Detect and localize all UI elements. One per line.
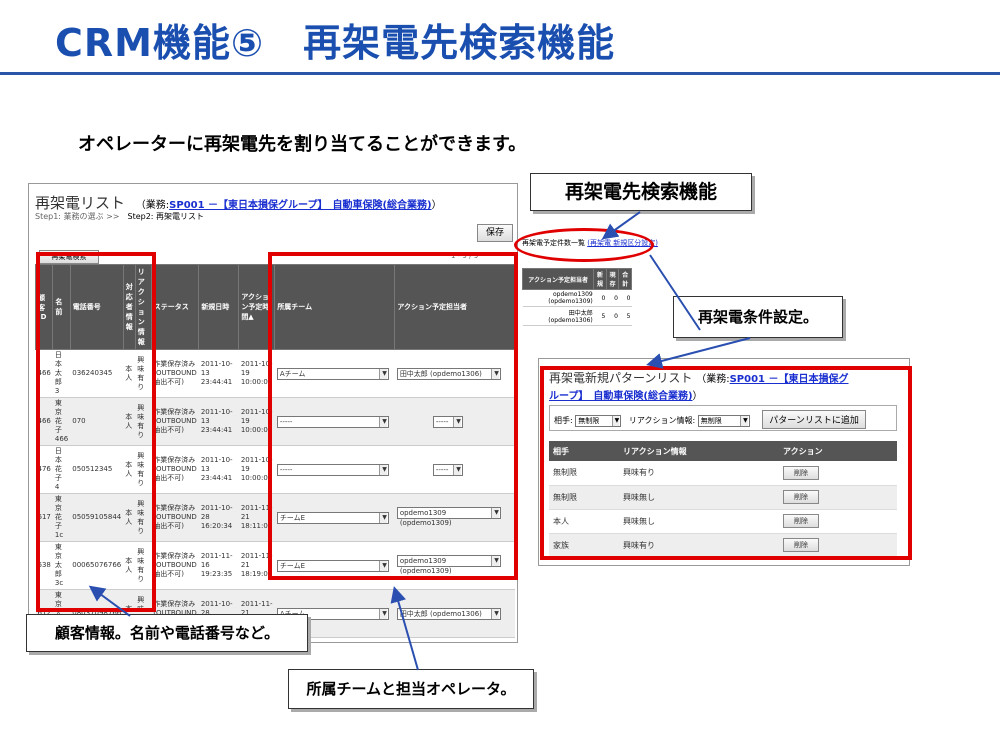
header-created[interactable]: 新規日時 xyxy=(198,264,240,350)
slide-subtitle: オペレーターに再架電先を割り当てることができます。 xyxy=(78,134,527,155)
cell-assignee: 田中太郎 (opdemo1306) xyxy=(394,589,515,638)
list-title: 再架電リスト xyxy=(35,194,126,212)
count-cell-current: 0 xyxy=(606,306,619,326)
count-cell-name: 田中太郎 (opdemo1306) xyxy=(522,306,594,326)
cell-assignee: 田中太郎 (opdemo1306) xyxy=(394,637,515,642)
count-cell-total: 0 xyxy=(618,289,632,307)
business-suffix: ） xyxy=(431,200,442,211)
cell-created: 2011-10-13 23:44:41 xyxy=(198,445,239,494)
callout-customer: 顧客情報。名前や電話番号など。 xyxy=(26,614,308,652)
count-cell-total: 5 xyxy=(618,306,632,326)
cell-created: 2011-10-13 23:44:41 xyxy=(198,349,239,398)
business-link[interactable]: SP001 －【東日本損保グループ】 自動車保険(総合業務) xyxy=(169,200,431,211)
condition-highlight-ellipse xyxy=(514,228,654,262)
slide-title: CRM機能⑤ 再架電先検索機能 xyxy=(55,21,616,65)
count-table: アクション予定担当者 新規 現存 合計 opdemo1309 (opdemo13… xyxy=(521,268,632,326)
breadcrumb: Step1: 業務の選ぶ >> Step2: 再架電リスト xyxy=(35,211,204,222)
cell-status: 作業保存済み (OUTBOUND 抽出不可) xyxy=(151,493,199,542)
business-prefix: （業務: xyxy=(135,200,170,211)
assignee-select[interactable]: 田中太郎 (opdemo1306) xyxy=(396,607,501,620)
count-row: 田中太郎 (opdemo1306) 5 0 5 xyxy=(522,306,632,326)
cell-created: 2011-11-16 19:23:35 xyxy=(198,541,239,590)
panel-title: 再架電リスト （業務:SP001 －【東日本損保グループ】 自動車保険(総合業務… xyxy=(35,192,442,213)
cell-status: 作業保存済み (OUTBOUND 抽出不可) xyxy=(151,349,199,398)
cell-status: 作業保存済み (OUTBOUND 抽出不可) xyxy=(151,541,199,590)
header-status[interactable]: ステータス xyxy=(150,264,200,350)
count-cell-name: opdemo1309 (opdemo1309) xyxy=(522,289,594,307)
count-header-current: 現存 xyxy=(605,268,620,290)
cell-status: 作業保存済み (OUTBOUND 抽出不可) xyxy=(151,445,199,494)
business-info: （業務:SP001 －【東日本損保グループ】 自動車保険(総合業務)） xyxy=(136,200,442,211)
count-row: opdemo1309 (opdemo1309) 0 0 0 xyxy=(522,289,632,307)
count-cell-current: 0 xyxy=(606,289,619,307)
callout-search-feature: 再架電先検索機能 xyxy=(530,173,752,211)
pattern-highlight-box xyxy=(540,366,912,560)
cell-status: 作業保存済み (OUTBOUND 抽出不可) xyxy=(151,397,199,446)
team-highlight-box xyxy=(268,252,518,580)
count-cell-new: 5 xyxy=(593,306,607,326)
count-header-total: 合計 xyxy=(618,268,632,290)
count-cell-new: 0 xyxy=(593,289,607,307)
step2-label: Step2: 再架電リスト xyxy=(127,212,205,221)
count-header-new: 新規 xyxy=(593,268,607,290)
cell-created: 2011-10-13 23:44:41 xyxy=(198,397,239,446)
customer-highlight-box xyxy=(36,252,156,612)
step1-link[interactable]: Step1: 業務の選ぶ >> xyxy=(35,212,120,221)
callout-condition: 再架電条件設定。 xyxy=(673,296,843,338)
cell-created: 2011-10-28 16:20:34 xyxy=(198,493,239,542)
save-button[interactable]: 保存 xyxy=(477,224,513,242)
callout-team: 所属チームと担当オペレータ。 xyxy=(288,669,534,709)
count-header-assignee: アクション予定担当者 xyxy=(521,268,595,290)
slide: CRM機能⑤ 再架電先検索機能 オペレーターに再架電先を割り当てることができます… xyxy=(0,0,1000,750)
title-divider xyxy=(0,72,1000,75)
